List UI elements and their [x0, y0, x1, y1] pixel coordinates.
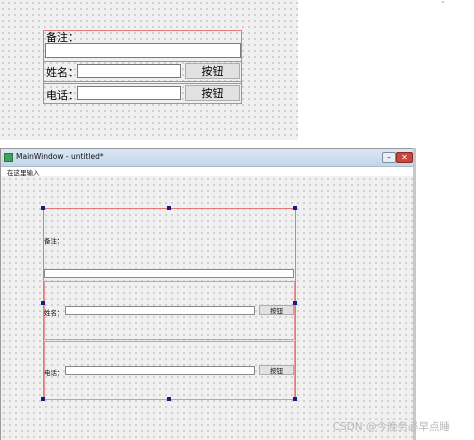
app-icon [4, 153, 13, 162]
minimize-button[interactable]: – [382, 152, 396, 163]
phone-button[interactable]: 按钮 [259, 365, 294, 375]
name-label: 姓名： [44, 309, 64, 317]
resize-handle-bottom[interactable] [167, 397, 171, 401]
name-button[interactable]: 按钮 [259, 305, 294, 315]
resize-handle-top[interactable] [167, 206, 171, 210]
top-marker: " [441, 0, 445, 9]
phone-input[interactable] [65, 366, 255, 375]
designer-canvas[interactable]: 备注： 姓名： 按钮 电话： 按钮 [1, 176, 415, 440]
name-label: 姓名： [46, 66, 79, 79]
resize-handle-left[interactable] [41, 301, 45, 305]
resize-handle-bottom-left[interactable] [41, 397, 45, 401]
remark-input[interactable] [44, 269, 294, 278]
phone-button[interactable]: 按钮 [185, 85, 240, 101]
remark-label: 备注： [44, 237, 64, 245]
resize-handle-top-left[interactable] [41, 206, 45, 210]
watermark: CSDN @今晚务必早点睡 [332, 421, 450, 433]
title-bar[interactable]: MainWindow - untitled* – ✕ [1, 149, 415, 167]
name-input[interactable] [65, 306, 255, 315]
form-preview-canvas: 备注： 姓名： 按钮 电话： 按钮 [0, 0, 298, 140]
vertical-scrollbar[interactable] [413, 148, 416, 440]
resize-handle-top-right[interactable] [293, 206, 297, 210]
name-input[interactable] [77, 64, 181, 78]
main-window: MainWindow - untitled* – ✕ 在这里输入 备注： 姓名：… [0, 148, 416, 440]
remark-input[interactable] [45, 43, 241, 58]
phone-label: 电话： [46, 89, 79, 102]
name-button[interactable]: 按钮 [185, 63, 240, 79]
resize-handle-bottom-right[interactable] [293, 397, 297, 401]
phone-input[interactable] [77, 86, 181, 100]
menu-bar: 在这里输入 [1, 167, 415, 177]
close-button[interactable]: ✕ [396, 152, 413, 163]
phone-label: 电话： [44, 369, 64, 377]
window-title: MainWindow - untitled* [16, 152, 104, 161]
